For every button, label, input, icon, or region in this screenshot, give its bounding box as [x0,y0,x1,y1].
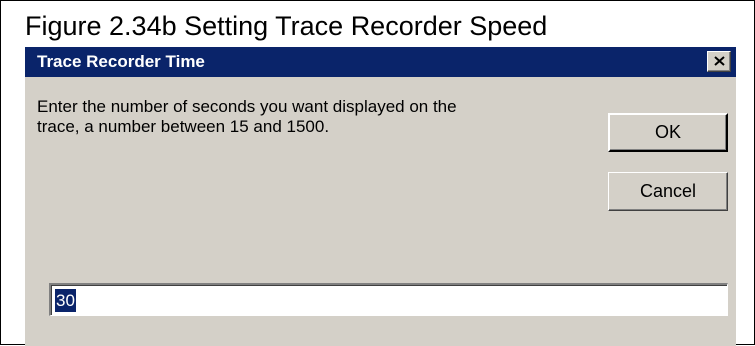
ok-button[interactable]: OK [608,113,728,152]
close-icon [714,56,725,66]
figure-frame: Figure 2.34b Setting Trace Recorder Spee… [0,0,755,346]
cancel-button[interactable]: Cancel [608,172,728,211]
seconds-input[interactable]: 30 [49,283,728,316]
input-dialog: Trace Recorder Time Enter the number of … [25,47,736,346]
close-button[interactable] [707,51,731,72]
title-bar[interactable]: Trace Recorder Time [25,47,736,77]
dialog-title: Trace Recorder Time [37,52,205,71]
input-value-selected: 30 [55,289,76,312]
figure-caption: Figure 2.34b Setting Trace Recorder Spee… [25,11,548,41]
prompt-line-2: trace, a number between 15 and 1500. [37,117,330,136]
prompt-line-1: Enter the number of seconds you want dis… [37,97,457,116]
prompt-text: Enter the number of seconds you want dis… [37,97,597,137]
